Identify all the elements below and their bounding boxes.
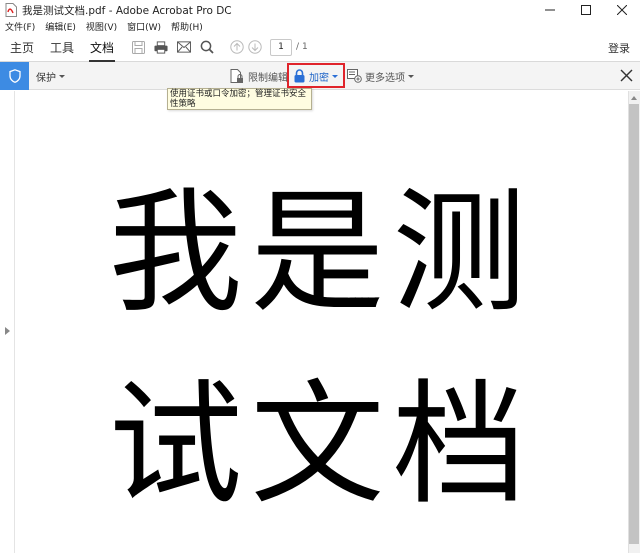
encrypt-tooltip: 使用证书或口令加密；管理证书安全性策略 [167,88,312,110]
shield-icon [8,69,21,83]
page-down-icon[interactable] [248,40,262,54]
restrict-edit-button[interactable]: 限制编辑 [230,62,288,90]
main-toolbar: 主页 工具 文档 1 / 1 登录 [0,33,640,62]
encrypt-highlight-box [287,63,345,88]
page-number-input[interactable]: 1 [270,38,293,56]
left-panel-gutter [0,91,15,553]
email-icon[interactable] [177,40,192,54]
document-text-line-2: 试文档 [108,367,535,523]
close-toolbar-button[interactable] [619,68,634,83]
acrobat-pdf-icon [5,3,17,17]
protect-label: 保护 [36,72,56,84]
more-options-dropdown[interactable]: 更多选项 [347,62,414,90]
more-options-icon [347,69,362,83]
maximize-button[interactable] [568,0,604,20]
close-icon [620,69,633,82]
menu-window[interactable]: 窗口(W) [127,20,161,33]
menu-bar: 文件(F) 编辑(E) 视图(V) 窗口(W) 帮助(H) [0,20,640,33]
menu-file[interactable]: 文件(F) [5,20,35,33]
scrollbar-thumb[interactable] [629,104,639,544]
document-text-line-1: 我是测 [108,175,535,331]
tab-home[interactable]: 主页 [9,33,35,62]
tab-document[interactable]: 文档 [89,33,116,62]
title-bar: 我是测试文档.pdf - Adobe Acrobat Pro DC [0,0,640,20]
tab-tools[interactable]: 工具 [49,33,75,62]
minimize-icon [545,9,555,11]
save-icon[interactable] [131,40,145,54]
print-icon[interactable] [154,40,168,54]
protect-shield-button[interactable] [0,62,29,90]
window-controls [532,0,640,20]
login-button[interactable]: 登录 [608,33,630,62]
menu-edit[interactable]: 编辑(E) [45,20,76,33]
page-up-icon[interactable] [230,40,244,54]
close-icon [617,5,627,15]
restrict-edit-label: 限制编辑 [248,72,288,84]
protect-dropdown[interactable]: 保护 [36,62,65,90]
more-options-label: 更多选项 [365,72,405,84]
page-total: / 1 [296,42,308,52]
menu-view[interactable]: 视图(V) [86,20,117,33]
expand-left-panel-icon[interactable] [5,327,10,335]
chevron-down-icon [59,74,65,78]
search-icon[interactable] [200,40,214,54]
maximize-icon [581,5,591,15]
scroll-up-arrow-icon[interactable] [631,96,637,100]
menu-help[interactable]: 帮助(H) [171,20,203,33]
window-title: 我是测试文档.pdf - Adobe Acrobat Pro DC [22,4,232,17]
chevron-down-icon [408,74,414,78]
close-window-button[interactable] [604,0,640,20]
minimize-button[interactable] [532,0,568,20]
restrict-edit-icon [230,68,243,83]
protection-toolbar: 保护 限制编辑 加密 更多选项 [0,62,640,90]
